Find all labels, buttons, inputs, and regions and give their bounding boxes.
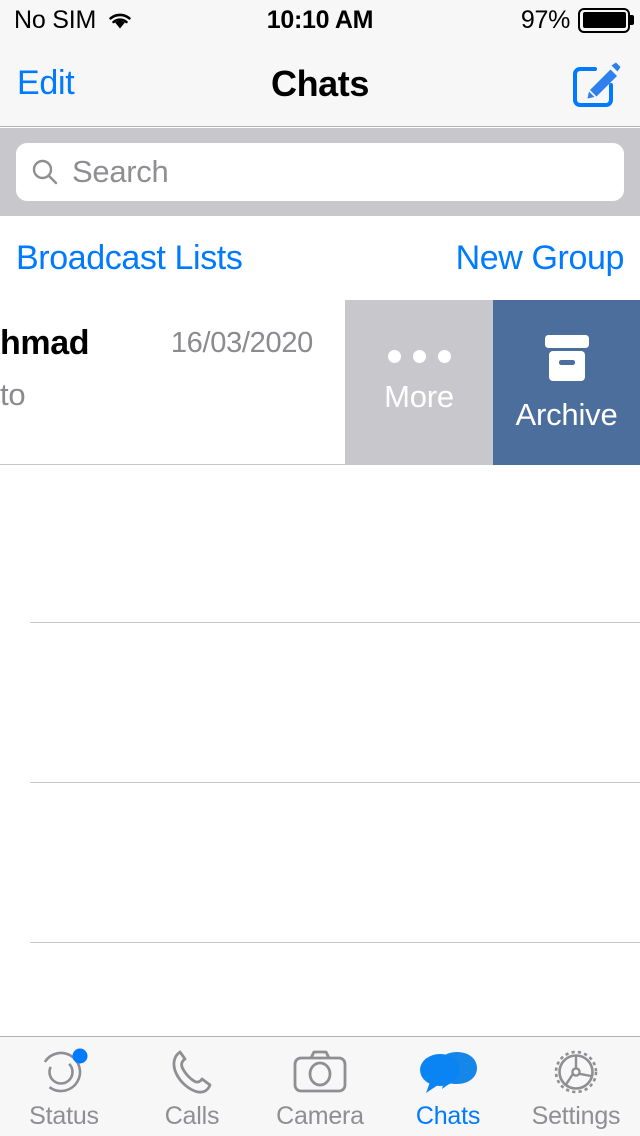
page-title: Chats — [270, 62, 370, 104]
tab-chats[interactable]: Chats — [384, 1037, 512, 1136]
list-separator — [0, 622, 640, 623]
navigation-bar: Edit Chats — [0, 40, 640, 127]
archive-box-icon — [544, 334, 589, 381]
compose-button[interactable] — [570, 40, 622, 127]
tab-settings-label: Settings — [531, 1102, 621, 1130]
status-bar: No SIM 10:10 AM 97% — [0, 0, 640, 40]
tab-status[interactable]: Status — [0, 1037, 128, 1136]
camera-icon — [293, 1050, 347, 1093]
search-bar-container — [0, 128, 640, 216]
tab-calls-label: Calls — [164, 1102, 220, 1130]
search-input[interactable] — [72, 154, 610, 190]
tab-chats-label: Chats — [415, 1102, 481, 1130]
tab-status-label: Status — [29, 1102, 99, 1130]
list-separator — [0, 942, 640, 943]
status-bar-right: 97% — [520, 0, 634, 40]
broadcast-lists-button[interactable]: Broadcast Lists — [16, 239, 243, 278]
chat-message-preview: to — [0, 377, 26, 412]
chat-timestamp: 16/03/2020 — [170, 327, 313, 359]
list-actions-row: Broadcast Lists New Group — [0, 216, 640, 300]
chat-list-empty-area — [0, 465, 640, 1035]
search-icon — [32, 159, 58, 185]
swipe-action-more-label: More — [384, 379, 454, 414]
tab-settings[interactable]: Settings — [512, 1037, 640, 1136]
ellipsis-icon — [387, 350, 451, 363]
swipe-action-archive[interactable]: Archive — [493, 300, 640, 465]
tab-camera-label: Camera — [276, 1102, 364, 1130]
search-field[interactable] — [16, 143, 624, 201]
phone-icon — [172, 1050, 212, 1094]
compose-icon — [573, 62, 621, 107]
new-group-button[interactable]: New Group — [456, 239, 625, 278]
chat-bubbles-icon — [420, 1052, 477, 1093]
chat-list-row-swiped[interactable]: hmad to 16/03/2020 More Archive — [0, 300, 640, 465]
tab-camera[interactable]: Camera — [256, 1037, 384, 1136]
tab-bar: Status Calls Camera Chats Settings — [0, 1036, 640, 1136]
chat-row-content[interactable]: hmad to 16/03/2020 — [0, 300, 345, 465]
list-separator — [0, 782, 640, 783]
swipe-action-archive-label: Archive — [515, 396, 618, 432]
battery-percent-label: 97% — [520, 5, 570, 34]
gear-icon — [554, 1050, 598, 1094]
tab-calls[interactable]: Calls — [128, 1037, 256, 1136]
chat-contact-name: hmad — [0, 324, 90, 362]
battery-full-icon — [578, 7, 634, 33]
status-rings-icon — [40, 1048, 88, 1093]
swipe-action-more[interactable]: More — [345, 300, 493, 465]
